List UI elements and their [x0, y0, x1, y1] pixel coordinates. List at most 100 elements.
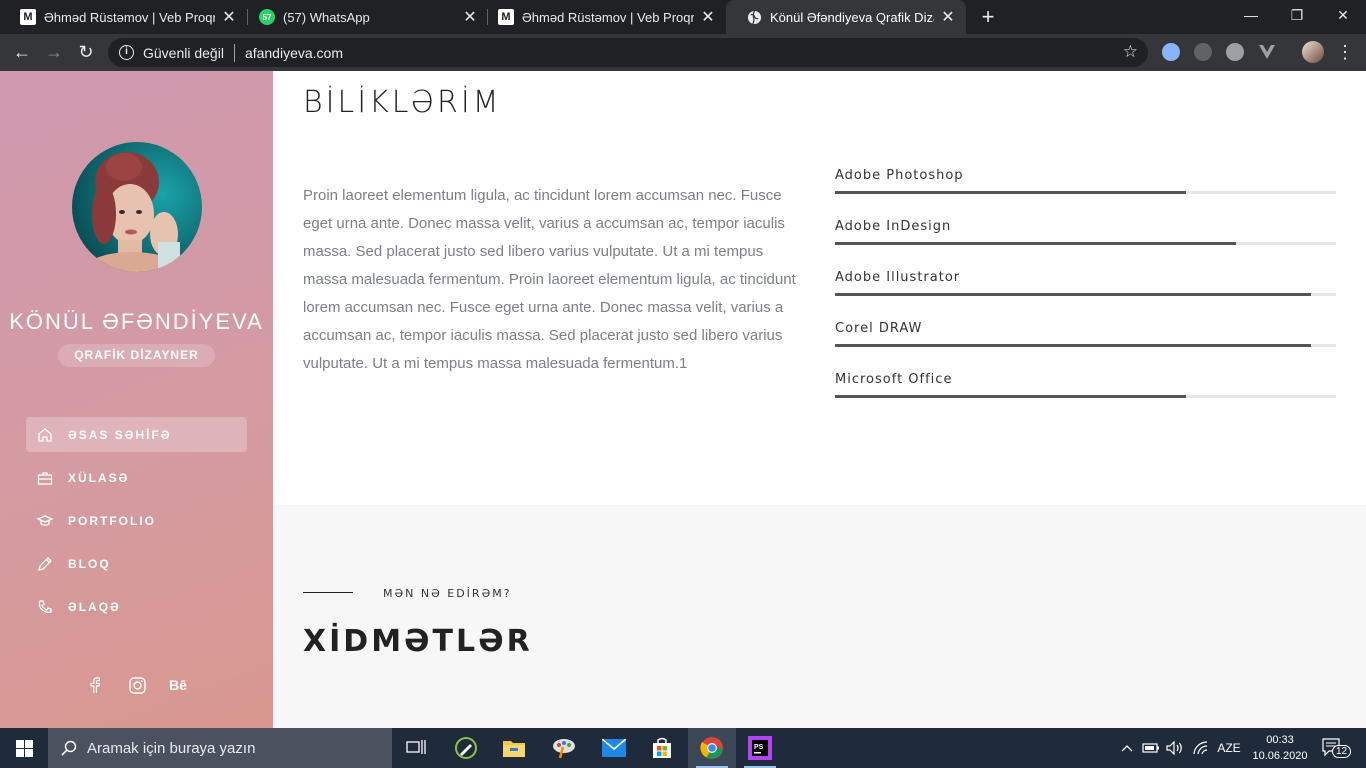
- close-window-button[interactable]: ✕: [1320, 0, 1366, 30]
- skill-name: Corel DRAW: [835, 321, 923, 336]
- nav-item-blog[interactable]: BLOQ: [26, 546, 247, 581]
- task-view-icon[interactable]: [392, 728, 440, 768]
- clock-date: 10.06.2020: [1252, 750, 1308, 762]
- section-divider-line: [303, 592, 353, 593]
- services-subtitle: MƏN NƏ EDİRƏM?: [383, 587, 512, 600]
- facebook-icon[interactable]: [85, 675, 105, 695]
- section-title-services: XİDMƏTLƏR: [303, 624, 533, 659]
- restore-button[interactable]: ❐: [1274, 0, 1320, 30]
- phpstorm-app-icon[interactable]: PS: [736, 728, 784, 768]
- browser-tab[interactable]: M Əhməd Rüstəmov | Veb Proqram ✕: [478, 0, 726, 34]
- skill-name: Adobe Illustrator: [835, 270, 961, 285]
- browser-toolbar: ← → ↻ i Güvenli değil afandiyeva.com ☆: [0, 34, 1366, 71]
- reload-icon[interactable]: ↻: [72, 38, 100, 66]
- profile-photo: [72, 142, 202, 272]
- skill-item: Corel DRAW: [835, 321, 1336, 347]
- behance-icon[interactable]: Bē: [168, 675, 188, 695]
- nav-item-label: BLOQ: [68, 556, 111, 571]
- nav-item-contact[interactable]: ƏLAQƏ: [26, 589, 247, 624]
- tray-overflow-chevron-icon[interactable]: [1118, 728, 1136, 768]
- nav-item-home[interactable]: ƏSAS SƏHİFƏ: [26, 417, 247, 452]
- section-title-skills: BİLİKLƏRİM: [303, 85, 502, 120]
- close-tab-icon[interactable]: ✕: [940, 7, 956, 27]
- skill-name: Microsoft Office: [835, 372, 953, 387]
- windows-start-button[interactable]: [0, 728, 48, 768]
- skill-progress-track: [835, 395, 1336, 398]
- windows-logo-icon: [15, 739, 33, 757]
- windows-taskbar: Aramak için buraya yazın PS AZE 00:33 10…: [0, 728, 1366, 768]
- phone-icon: [36, 598, 54, 616]
- pen-app-icon[interactable]: [442, 728, 490, 768]
- taskbar-search-box[interactable]: Aramak için buraya yazın: [48, 728, 392, 768]
- close-tab-icon[interactable]: ✕: [462, 7, 478, 27]
- clock-time: 00:33: [1266, 734, 1294, 746]
- browser-tab-active[interactable]: Könül Əfəndiyeva Qrafik Dizayne ✕: [726, 0, 966, 34]
- close-tab-icon[interactable]: ✕: [700, 7, 716, 27]
- mail-app-icon[interactable]: [590, 728, 638, 768]
- info-icon[interactable]: i: [119, 45, 134, 60]
- volume-icon[interactable]: [1164, 728, 1186, 768]
- bookmark-star-icon[interactable]: ☆: [1123, 42, 1138, 62]
- main-content: BİLİKLƏRİM Proin laoreet elementum ligul…: [273, 71, 1366, 728]
- profile-name: KÖNÜL ƏFƏNDİYEVA: [9, 309, 264, 334]
- skill-item: Adobe Photoshop: [835, 168, 1336, 194]
- vue-extension-icon[interactable]: [1258, 43, 1276, 61]
- store-app-icon[interactable]: [638, 728, 686, 768]
- new-tab-button[interactable]: +: [976, 3, 1000, 31]
- skill-progress-track: [835, 191, 1336, 194]
- nav-item-label: XÜLASƏ: [68, 470, 130, 485]
- forward-arrow-icon[interactable]: →: [40, 38, 68, 66]
- close-tab-icon[interactable]: ✕: [221, 7, 237, 27]
- skills-description: Proin laoreet elementum ligula, ac tinci…: [303, 187, 796, 372]
- globe-icon: [746, 9, 762, 25]
- tab-title: Əhməd Rüstəmov | Veb Proqram: [44, 9, 215, 25]
- browser-tab-strip: M Əhməd Rüstəmov | Veb Proqram ✕ 57 (57)…: [0, 0, 1366, 34]
- url-text[interactable]: afandiyeva.com: [245, 45, 343, 61]
- browser-tab[interactable]: 57 (57) WhatsApp ✕: [239, 0, 488, 34]
- extension-icon[interactable]: [1194, 43, 1212, 61]
- tab-title: (57) WhatsApp: [283, 9, 370, 25]
- whatsapp-favicon-icon: 57: [259, 9, 275, 25]
- network-icon[interactable]: [1190, 728, 1212, 768]
- skill-progress-track: [835, 344, 1336, 347]
- divider: [233, 43, 235, 62]
- skill-progress-fill: [835, 344, 1311, 347]
- browser-tab[interactable]: M Əhməd Rüstəmov | Veb Proqram ✕: [0, 0, 247, 34]
- skill-item: Microsoft Office: [835, 372, 1336, 398]
- medium-favicon-icon: M: [498, 9, 514, 25]
- skill-progress-fill: [835, 242, 1236, 245]
- instagram-icon[interactable]: [127, 675, 147, 695]
- input-language[interactable]: AZE: [1214, 728, 1244, 768]
- profile-avatar[interactable]: [1302, 41, 1324, 63]
- skill-name: Adobe InDesign: [835, 219, 952, 234]
- nav-item-resume[interactable]: XÜLASƏ: [26, 460, 247, 495]
- search-icon: [61, 740, 77, 756]
- home-icon: [36, 426, 54, 444]
- battery-icon[interactable]: [1141, 728, 1161, 768]
- download-extension-icon[interactable]: [1162, 43, 1180, 61]
- chrome-app-icon[interactable]: [688, 728, 736, 768]
- skill-progress-track: [835, 293, 1336, 296]
- medium-favicon-icon: M: [20, 9, 36, 25]
- search-placeholder: Aramak için buraya yazın: [87, 739, 256, 757]
- back-arrow-icon[interactable]: ←: [8, 38, 36, 66]
- nav-item-portfolio[interactable]: PORTFOLIO: [26, 503, 247, 538]
- file-explorer-icon[interactable]: [490, 728, 538, 768]
- page-viewport: KÖNÜL ƏFƏNDİYEVA QRAFİK DİZAYNER ƏSAS SƏ…: [0, 71, 1366, 728]
- skill-name: Adobe Photoshop: [835, 168, 964, 183]
- minimize-button[interactable]: —: [1228, 0, 1274, 30]
- sidebar: KÖNÜL ƏFƏNDİYEVA QRAFİK DİZAYNER ƏSAS SƏ…: [0, 71, 273, 728]
- skill-item: Adobe InDesign: [835, 219, 1336, 245]
- skill-progress-track: [835, 242, 1336, 245]
- paint-app-icon[interactable]: [540, 728, 588, 768]
- browser-menu-icon[interactable]: ⋮: [1336, 40, 1354, 64]
- briefcase-icon: [36, 469, 54, 487]
- address-bar[interactable]: i Güvenli değil afandiyeva.com ☆: [108, 38, 1148, 67]
- skill-progress-fill: [835, 395, 1186, 398]
- eye-extension-icon[interactable]: [1226, 43, 1244, 61]
- security-status[interactable]: Güvenli değil: [143, 45, 224, 61]
- skill-progress-fill: [835, 191, 1186, 194]
- nav-item-label: ƏLAQƏ: [68, 599, 121, 614]
- system-clock[interactable]: 00:33 10.06.2020: [1250, 732, 1310, 764]
- action-center-icon[interactable]: 12: [1322, 738, 1352, 758]
